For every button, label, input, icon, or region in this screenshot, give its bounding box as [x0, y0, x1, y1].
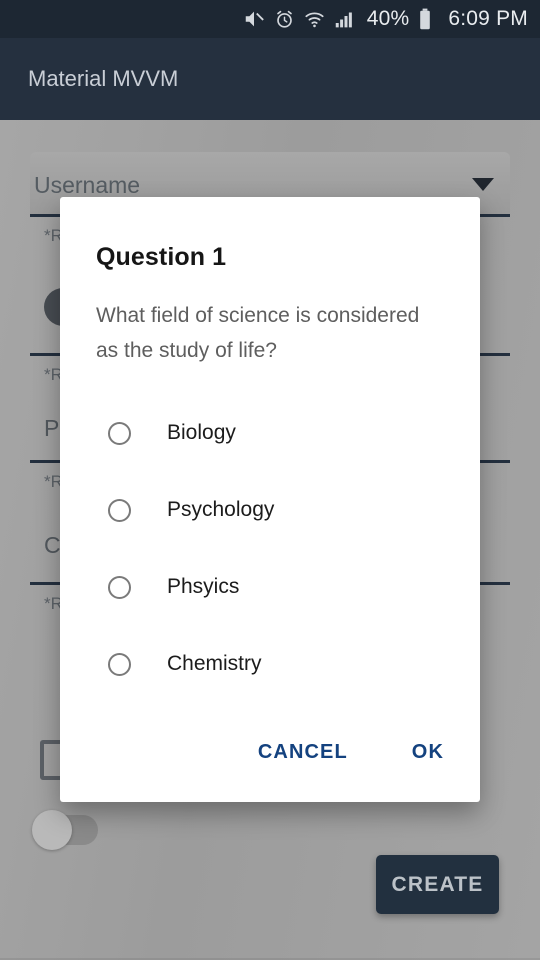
radio-circle-icon	[108, 498, 131, 522]
app-bar: Material MVVM	[0, 38, 540, 120]
phone-screen: 40% 6:09 PM Material MVVM Username *Requ…	[0, 0, 540, 960]
radio-option-label: Chemistry	[167, 652, 262, 676]
create-button[interactable]: CREATE	[376, 855, 499, 914]
notifications-toggle[interactable]	[32, 810, 98, 850]
create-button-label: CREATE	[391, 872, 484, 896]
username-dropdown-label: Username	[34, 172, 141, 198]
app-bar-title: Material MVVM	[28, 66, 179, 91]
radio-option-biology[interactable]: Biology	[60, 395, 480, 472]
question-dialog: Question 1 What field of science is cons…	[60, 197, 480, 802]
dropdown-caret-icon	[472, 178, 494, 191]
radio-option-label: Psychology	[167, 498, 275, 522]
signal-icon	[334, 9, 355, 30]
password-field-label[interactable]: P	[44, 415, 59, 442]
wifi-icon	[304, 9, 325, 30]
toggle-knob	[32, 810, 72, 850]
battery-percent-label: 40%	[366, 7, 410, 30]
radio-group: Biology Psychology Phsyics Chemistry	[60, 395, 480, 703]
confirm-password-field-label[interactable]: C	[44, 532, 61, 559]
mute-icon	[243, 8, 265, 30]
radio-option-label: Phsyics	[167, 575, 240, 599]
radio-circle-icon	[108, 575, 131, 599]
alarm-icon	[274, 9, 295, 30]
status-bar: 40% 6:09 PM	[0, 0, 540, 38]
ok-button[interactable]: OK	[408, 733, 448, 772]
dialog-message: What field of science is considered as t…	[96, 304, 420, 363]
radio-option-chemistry[interactable]: Chemistry	[60, 626, 480, 703]
radio-option-phsyics[interactable]: Phsyics	[60, 549, 480, 626]
status-bar-clock: 6:09 PM	[448, 7, 528, 30]
battery-icon	[418, 8, 432, 30]
radio-option-psychology[interactable]: Psychology	[60, 472, 480, 549]
radio-circle-icon	[108, 652, 131, 676]
cancel-button[interactable]: CANCEL	[254, 733, 352, 772]
radio-circle-icon	[108, 421, 131, 445]
dialog-action-bar: CANCEL OK	[60, 733, 480, 802]
status-bar-icons: 40% 6:09 PM	[243, 7, 528, 31]
dialog-title: Question 1	[96, 243, 227, 271]
radio-option-label: Biology	[167, 421, 236, 445]
